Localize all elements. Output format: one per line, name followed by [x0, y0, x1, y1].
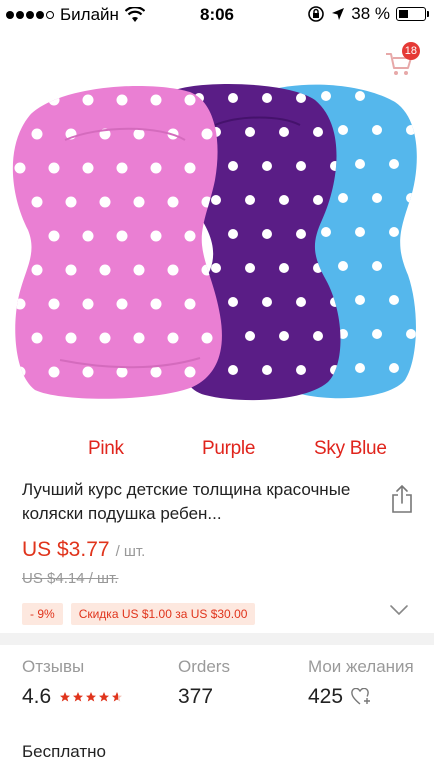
battery-percent: 38 %: [351, 4, 390, 23]
color-label-purple: Purple: [202, 438, 256, 459]
cart-badge: 18: [401, 42, 420, 60]
orders-label: Orders: [178, 657, 230, 676]
star-icon: [60, 692, 71, 702]
price: US $3.77: [22, 538, 110, 561]
reviews-label: Отзывы: [22, 657, 85, 676]
reviews-value: 4.6: [22, 685, 52, 708]
wishlist-label: Мои желания: [308, 657, 414, 676]
battery-icon: [396, 7, 429, 21]
orders-stat: Orders 377: [178, 657, 230, 709]
chevron-down-icon[interactable]: [388, 602, 410, 618]
promo-badges[interactable]: - 9% Скидка US $1.00 за US $30.00: [22, 603, 256, 625]
product-title[interactable]: Лучший курс детские толщина красочные ко…: [22, 478, 362, 526]
status-right: 38 %: [307, 4, 429, 24]
location-arrow-icon: [332, 8, 345, 20]
chevron-left-icon[interactable]: [12, 44, 42, 78]
orders-value: 377: [178, 685, 214, 708]
shipping-text[interactable]: Бесплатно: [22, 742, 106, 762]
stroller-cushions-image: [12, 84, 417, 401]
star-icon: [86, 692, 97, 702]
section-divider: [0, 633, 434, 645]
coupon-badge: Скидка US $1.00 за US $30.00: [70, 603, 256, 625]
share-icon[interactable]: [390, 484, 414, 514]
status-bar: Билайн 8:06 38 %: [0, 0, 434, 30]
wishlist-stat[interactable]: Мои желания 425: [308, 657, 414, 709]
reviews-stat[interactable]: Отзывы 4.6: [22, 657, 123, 709]
star-icon: [73, 692, 84, 702]
stats-row: Отзывы 4.6 Orders 377 Мои желания 425: [0, 645, 434, 725]
discount-badge: - 9%: [22, 603, 63, 625]
old-price: US $4.14 / шт.: [22, 570, 119, 587]
star-icon: [99, 692, 110, 702]
heart-plus-icon[interactable]: [351, 688, 371, 706]
star-icon: [112, 692, 123, 702]
product-image[interactable]: 18 Pink Purple Sky Blue: [0, 30, 434, 466]
rotation-lock-icon: [308, 6, 325, 22]
color-label-pink: Pink: [88, 438, 124, 459]
price-unit: / шт.: [115, 543, 146, 560]
cart-button[interactable]: 18: [384, 42, 420, 76]
price-row: US $3.77 / шт.: [22, 538, 145, 562]
color-label-sky-blue: Sky Blue: [314, 438, 387, 459]
wishlist-value: 425: [308, 685, 344, 708]
rating-stars: [59, 691, 123, 703]
